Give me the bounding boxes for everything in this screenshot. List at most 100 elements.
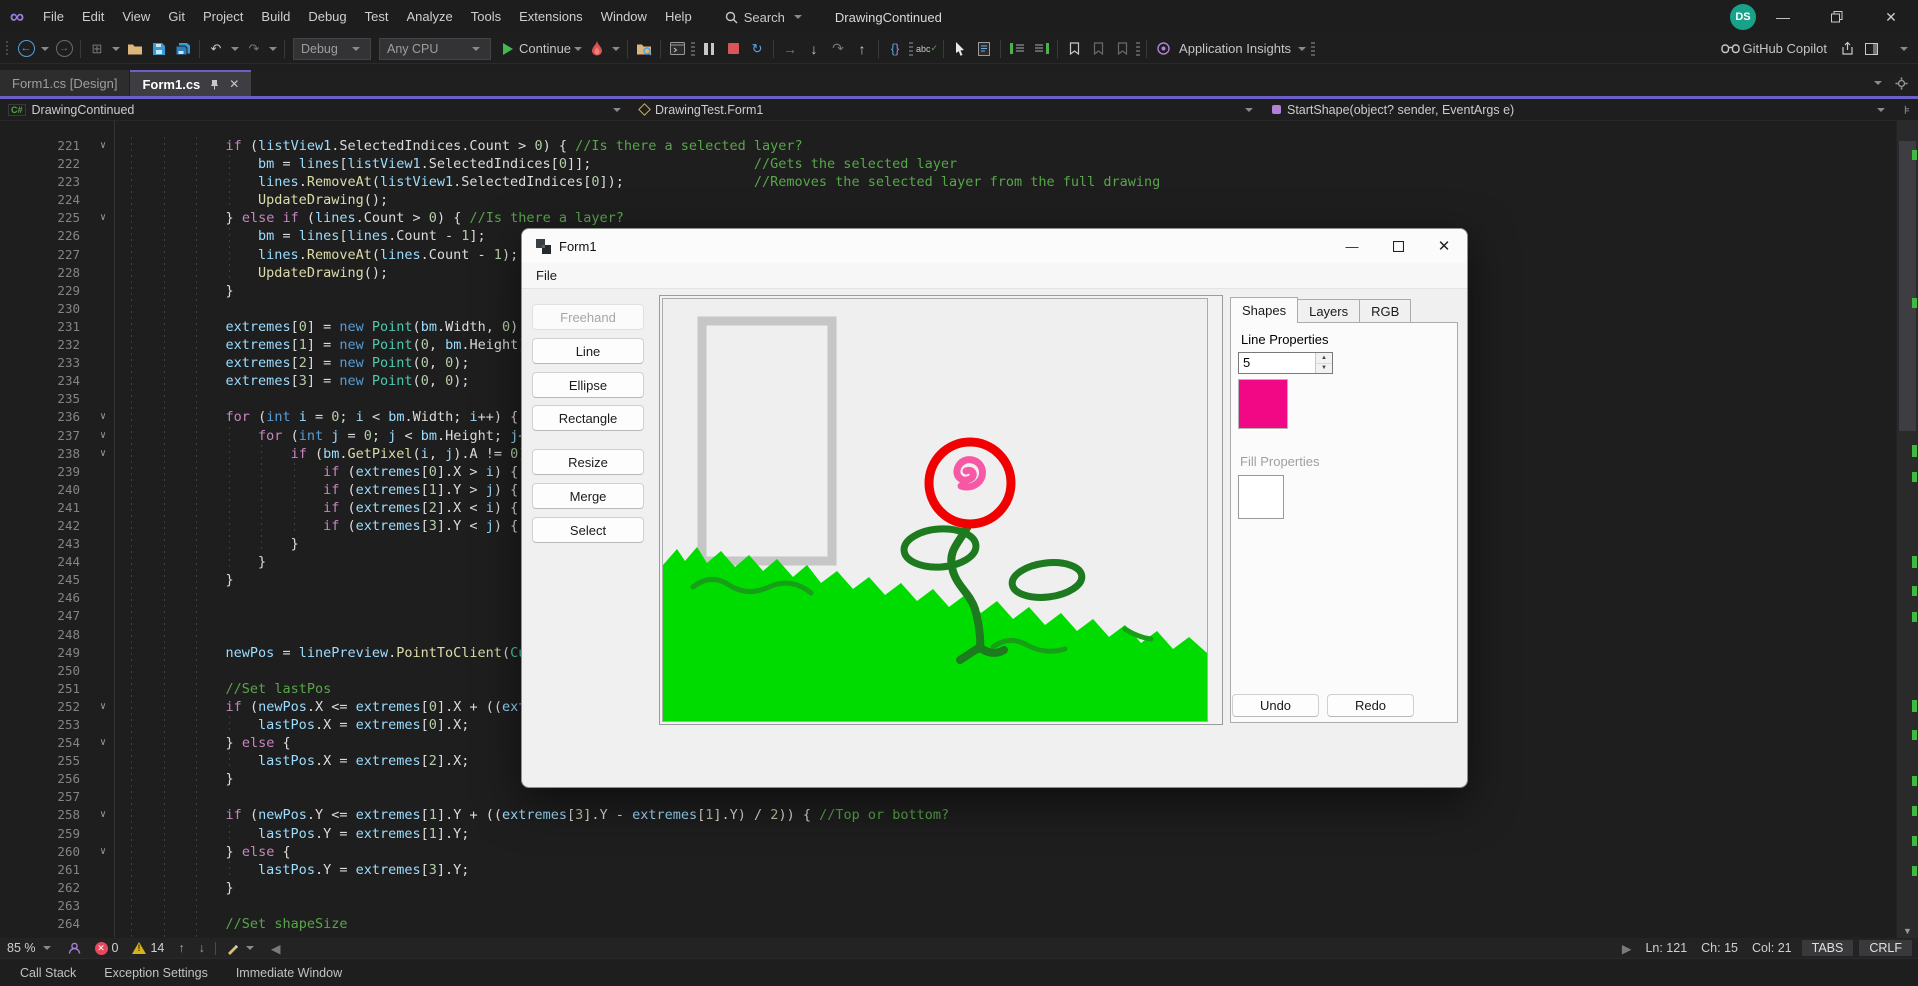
zoom-control[interactable]: 85 % — [0, 938, 61, 958]
navigate-forward-icon[interactable]: → — [52, 36, 76, 62]
toolbar-grip[interactable] — [4, 41, 14, 57]
github-copilot-label[interactable]: GitHub Copilot — [1742, 41, 1827, 56]
next-bookmark-icon[interactable] — [1110, 36, 1134, 62]
find-in-files-icon[interactable] — [632, 36, 656, 62]
document-outline-icon[interactable] — [972, 36, 996, 62]
continue-button[interactable]: Continue — [495, 36, 571, 62]
diagnostics-icon[interactable]: {} — [883, 36, 907, 62]
live-share-icon[interactable] — [61, 938, 88, 958]
form-tab-layers[interactable]: Layers — [1297, 299, 1360, 323]
redo-button[interactable]: Redo — [1327, 694, 1414, 717]
copilot-share-icon[interactable] — [1835, 36, 1859, 62]
rectangle-tool-button[interactable]: Rectangle — [532, 405, 644, 431]
search-control[interactable]: Search — [717, 7, 813, 28]
stop-debug-icon[interactable] — [721, 36, 745, 62]
form-close-button[interactable]: ✕ — [1421, 229, 1467, 263]
menu-window[interactable]: Window — [592, 0, 656, 34]
menu-test[interactable]: Test — [356, 0, 398, 34]
code-line-221[interactable]: 221∨ if (listView1.SelectedIndices.Count… — [0, 137, 1896, 155]
tab-list-chevron-icon[interactable] — [1874, 81, 1882, 85]
panel-tab-call-stack[interactable]: Call Stack — [8, 962, 88, 984]
freehand-tool-button[interactable]: Freehand — [532, 304, 644, 330]
new-project-icon[interactable]: ⊞ — [85, 36, 109, 62]
character-indicator[interactable]: Ch: 15 — [1694, 938, 1745, 958]
continue-caret-icon[interactable] — [574, 47, 582, 51]
menu-build[interactable]: Build — [252, 0, 299, 34]
toolbar-overflow-dots[interactable] — [691, 42, 695, 56]
next-issue-icon[interactable]: ↓ — [192, 938, 212, 958]
bookmark-overflow-dots[interactable] — [1136, 42, 1140, 56]
step-out-icon[interactable]: ↑ — [850, 36, 874, 62]
hot-reload-icon[interactable] — [585, 36, 609, 62]
expand-right-icon[interactable]: ▶ — [1615, 938, 1639, 958]
menu-analyze[interactable]: Analyze — [397, 0, 461, 34]
menu-edit[interactable]: Edit — [73, 0, 113, 34]
menu-project[interactable]: Project — [194, 0, 252, 34]
redo-caret-icon[interactable] — [269, 47, 277, 51]
application-insights-icon[interactable] — [1151, 36, 1175, 62]
code-line-263[interactable]: 263 — [0, 897, 1896, 915]
menu-help[interactable]: Help — [656, 0, 701, 34]
new-project-caret-icon[interactable] — [112, 47, 120, 51]
step-into-icon[interactable]: ↓ — [802, 36, 826, 62]
navigate-back-icon[interactable]: ← — [14, 36, 38, 62]
member-dropdown[interactable]: StartShape(object? sender, EventArgs e) — [1264, 99, 1896, 120]
stepper-down-icon[interactable]: ▼ — [1316, 364, 1332, 374]
restart-debug-icon[interactable]: ↻ — [745, 36, 769, 62]
line-color-swatch[interactable] — [1238, 379, 1288, 429]
ellipse-tool-button[interactable]: Ellipse — [532, 372, 644, 398]
code-line-262[interactable]: 262 } — [0, 879, 1896, 897]
navigate-back-caret-icon[interactable] — [41, 47, 49, 51]
split-editor-icon[interactable]: ⊧ — [1896, 103, 1918, 117]
format-outdent-icon[interactable] — [1029, 36, 1053, 62]
save-all-icon[interactable] — [171, 36, 195, 62]
toolbar-options-icon[interactable] — [1900, 47, 1908, 51]
tab-settings-gear-icon[interactable] — [1895, 77, 1908, 90]
doc-tab-form1-cs[interactable]: Form1.cs✕ — [130, 70, 251, 96]
editor-scrollbar[interactable]: ▼ — [1896, 121, 1918, 938]
merge-tool-button[interactable]: Merge — [532, 483, 644, 509]
hot-reload-caret-icon[interactable] — [612, 47, 620, 51]
select-tool-button[interactable]: Select — [532, 517, 644, 543]
save-icon[interactable] — [147, 36, 171, 62]
form-minimize-button[interactable]: — — [1329, 229, 1375, 263]
form-tab-rgb[interactable]: RGB — [1359, 299, 1411, 323]
line-width-value[interactable]: 5 — [1239, 353, 1315, 373]
spell-check-icon[interactable]: abc✓ — [915, 36, 939, 62]
doc-tab-form1-cs-design-[interactable]: Form1.cs [Design] — [0, 70, 129, 96]
code-line-225[interactable]: 225∨ } else if (lines.Count > 0) { //Is … — [0, 209, 1896, 227]
output-window-icon[interactable] — [665, 36, 689, 62]
code-line-259[interactable]: 259 lastPos.Y = extremes[1].Y; — [0, 825, 1896, 843]
minimize-button[interactable]: — — [1756, 0, 1810, 34]
menu-tools[interactable]: Tools — [462, 0, 510, 34]
step-over-icon[interactable]: ↷ — [826, 36, 850, 62]
code-line-257[interactable]: 257 — [0, 788, 1896, 806]
menu-file[interactable]: File — [34, 0, 73, 34]
format-indent-icon[interactable] — [1005, 36, 1029, 62]
menu-git[interactable]: Git — [159, 0, 194, 34]
column-indicator[interactable]: Col: 21 — [1745, 938, 1799, 958]
project-dropdown[interactable]: C# DrawingContinued — [0, 99, 632, 120]
indentation-mode[interactable]: TABS — [1802, 940, 1854, 956]
copilot-panel-icon[interactable] — [1859, 36, 1883, 62]
undo-caret-icon[interactable] — [231, 47, 239, 51]
type-dropdown[interactable]: DrawingTest.Form1 — [632, 99, 1264, 120]
panel-tab-exception-settings[interactable]: Exception Settings — [92, 962, 220, 984]
form-tab-shapes[interactable]: Shapes — [1230, 297, 1298, 323]
github-copilot-icon[interactable] — [1718, 36, 1742, 62]
form-maximize-button[interactable] — [1375, 229, 1421, 263]
bookmark-icon[interactable] — [1062, 36, 1086, 62]
highlight-pen-icon[interactable] — [219, 938, 264, 958]
code-line-223[interactable]: 223 lines.RemoveAt(listView1.SelectedInd… — [0, 173, 1896, 191]
application-insights-caret-icon[interactable] — [1298, 47, 1306, 51]
previous-issue-icon[interactable]: ↑ — [171, 938, 191, 958]
code-line-222[interactable]: 222 bm = lines[listView1.SelectedIndices… — [0, 155, 1896, 173]
menu-view[interactable]: View — [113, 0, 159, 34]
line-tool-button[interactable]: Line — [532, 338, 644, 364]
avatar[interactable]: DS — [1730, 4, 1756, 30]
warning-badge[interactable]: 14 — [125, 938, 171, 958]
line-ending-mode[interactable]: CRLF — [1859, 940, 1912, 956]
pointer-mode-icon[interactable] — [948, 36, 972, 62]
line-indicator[interactable]: Ln: 121 — [1638, 938, 1694, 958]
panel-tab-immediate-window[interactable]: Immediate Window — [224, 962, 354, 984]
